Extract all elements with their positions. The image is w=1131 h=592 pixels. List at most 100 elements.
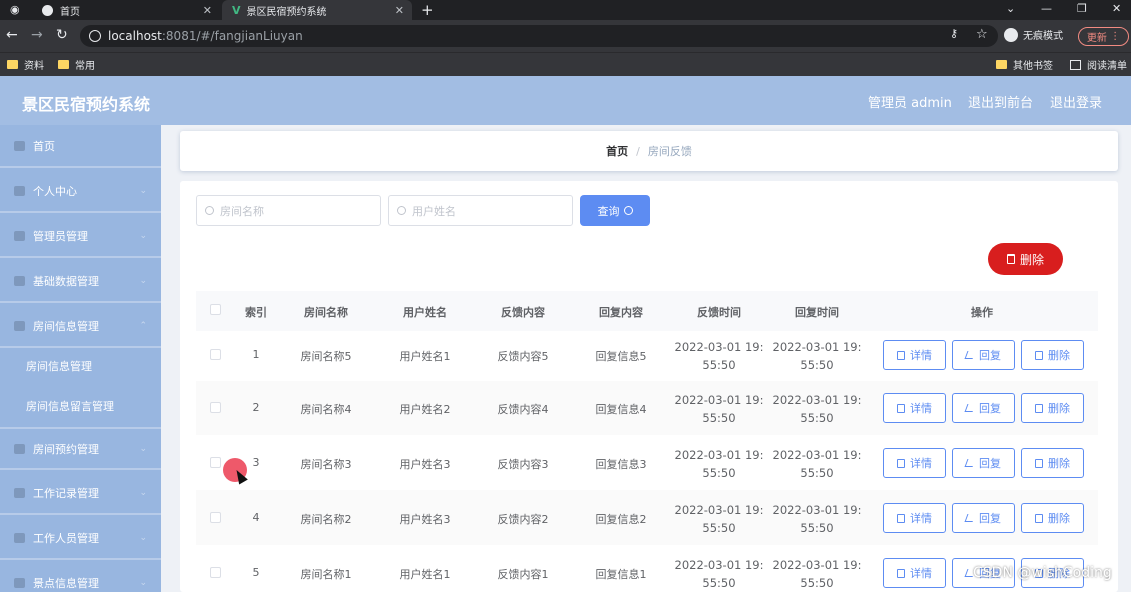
cell-user: 用户姓名1	[399, 568, 451, 581]
row-checkbox[interactable]	[210, 402, 221, 413]
cell-reply-time: 2022-03-01 19: 55:50	[768, 446, 866, 482]
table-row: 3 房间名称3 用户姓名3 反馈内容3 回复信息3 2022-03-01 19: 55:50…	[196, 436, 1098, 490]
row-delete-button[interactable]: 删除	[1021, 503, 1084, 533]
sidebar-subitem-room-comments[interactable]: 房间信息留言管理	[0, 386, 161, 426]
close-tab-icon[interactable]: ✕	[203, 4, 212, 17]
table-row: 5 房间名称1 用户姓名1 反馈内容1 回复信息1 2022-03-01 19: 55:50…	[196, 545, 1098, 592]
reply-button[interactable]: 回复	[952, 503, 1015, 533]
row-delete-button[interactable]: 删除	[1021, 448, 1084, 478]
key-icon[interactable]: ⚷	[950, 27, 958, 40]
cell-index: 1	[252, 348, 260, 361]
trash-icon	[1035, 350, 1043, 360]
tab-title: 景区民宿预约系统	[246, 6, 327, 18]
user-name-search-input[interactable]: 用户姓名	[388, 195, 573, 226]
select-all-checkbox[interactable]	[210, 304, 221, 315]
detail-button[interactable]: 详情	[883, 393, 946, 423]
room-icon	[14, 320, 25, 331]
update-label: 更新	[1086, 33, 1107, 44]
cell-index: 2	[252, 401, 260, 414]
logout-link[interactable]: 退出登录	[1050, 92, 1102, 111]
reading-list[interactable]: 阅读清单	[1070, 57, 1127, 72]
batch-delete-button[interactable]: 删除	[988, 243, 1063, 275]
minimize-icon[interactable]: —	[1041, 2, 1052, 15]
row-delete-button[interactable]: 删除	[1021, 393, 1084, 423]
reload-icon[interactable]: ↻	[56, 27, 68, 43]
chrome-menu-icon[interactable]: ◉	[10, 3, 20, 16]
bookmark-label: 常用	[75, 61, 95, 72]
detail-button[interactable]: 详情	[883, 448, 946, 478]
sidebar-item-room-info[interactable]: 房间信息管理 ⌃	[0, 305, 161, 348]
chevron-down-icon: ⌄	[139, 185, 147, 196]
time-line: 55:50	[800, 358, 834, 372]
sidebar-item-scenic[interactable]: 景点信息管理 ⌄	[0, 562, 161, 592]
time-line: 2022-03-01 19:	[772, 340, 862, 354]
folder-icon	[58, 60, 69, 69]
home-icon	[14, 140, 25, 151]
app-title: 景区民宿预约系统	[22, 95, 151, 114]
cell-feedback-time: 2022-03-01 19: 55:50	[670, 391, 768, 427]
sidebar-item-booking[interactable]: 房间预约管理 ⌄	[0, 427, 161, 470]
cell-feedback-time: 2022-03-01 19: 55:50	[670, 501, 768, 537]
sidebar-item-label: 房间预约管理	[33, 442, 99, 456]
row-checkbox[interactable]	[210, 457, 221, 468]
sidebar-item-work-record[interactable]: 工作记录管理 ⌄	[0, 472, 161, 515]
detail-label: 详情	[910, 457, 932, 470]
sidebar-item-staff[interactable]: 工作人员管理 ⌄	[0, 517, 161, 560]
row-checkbox[interactable]	[210, 349, 221, 360]
time-line: 55:50	[702, 358, 736, 372]
reply-button[interactable]: 回复	[952, 448, 1015, 478]
bookmark-folder[interactable]: 常用	[58, 57, 95, 72]
other-bookmarks[interactable]: 其他书签	[996, 57, 1053, 72]
forward-icon[interactable]: →	[31, 27, 43, 43]
new-tab-icon[interactable]: +	[421, 1, 434, 19]
breadcrumb-home[interactable]: 首页	[606, 143, 628, 159]
incognito-label: 无痕模式	[1023, 31, 1063, 42]
bookmark-folder[interactable]: 资料	[7, 57, 44, 72]
cell-feedback: 反馈内容2	[497, 513, 549, 526]
cell-feedback: 反馈内容5	[497, 350, 549, 363]
trash-icon	[1035, 513, 1043, 523]
cell-reply-time: 2022-03-01 19: 55:50	[768, 338, 866, 374]
delete-label: 删除	[1048, 457, 1070, 470]
row-delete-button[interactable]: 删除	[1021, 340, 1084, 370]
site-info-icon[interactable]	[89, 30, 101, 42]
room-name-search-input[interactable]: 房间名称	[196, 195, 381, 226]
watermark: CSDN @wishCoding	[973, 565, 1112, 581]
update-button[interactable]: 更新 ⋮	[1078, 27, 1129, 46]
record-icon	[14, 487, 25, 498]
reply-button[interactable]: 回复	[952, 340, 1015, 370]
document-icon	[897, 458, 905, 468]
col-header-feedback-time: 反馈时间	[697, 306, 741, 319]
query-button[interactable]: 查询	[580, 195, 650, 226]
sidebar-item-home[interactable]: 首页	[0, 125, 161, 168]
browser-tab-home[interactable]: 首页 ✕	[30, 0, 220, 20]
time-line: 2022-03-01 19:	[674, 503, 764, 517]
browser-tab-active[interactable]: V 景区民宿预约系统 ✕	[222, 0, 412, 20]
table-row: 4 房间名称2 用户姓名3 反馈内容2 回复信息2 2022-03-01 19: 55:50…	[196, 490, 1098, 545]
sidebar-item-base-data[interactable]: 基础数据管理 ⌄	[0, 260, 161, 303]
reply-button[interactable]: 回复	[952, 393, 1015, 423]
sidebar-item-profile[interactable]: 个人中心 ⌄	[0, 170, 161, 213]
time-line: 2022-03-01 19:	[772, 448, 862, 462]
star-icon[interactable]: ☆	[976, 27, 988, 42]
row-checkbox[interactable]	[210, 512, 221, 523]
url-field[interactable]: localhost:8081/#/fangjianLiuyan	[80, 25, 998, 47]
sidebar-subitem-room-info[interactable]: 房间信息管理	[0, 346, 161, 386]
cell-feedback-time: 2022-03-01 19: 55:50	[670, 556, 768, 592]
user-icon	[14, 185, 25, 196]
bookmark-label: 阅读清单	[1087, 61, 1127, 72]
row-checkbox[interactable]	[210, 567, 221, 578]
detail-button[interactable]: 详情	[883, 503, 946, 533]
close-window-icon[interactable]: ✕	[1112, 2, 1121, 15]
back-icon[interactable]: ←	[6, 27, 18, 43]
exit-to-front-link[interactable]: 退出到前台	[968, 92, 1033, 111]
col-header-index: 索引	[245, 306, 267, 319]
close-tab-icon[interactable]: ✕	[395, 4, 404, 17]
detail-button[interactable]: 详情	[883, 340, 946, 370]
detail-button[interactable]: 详情	[883, 558, 946, 588]
time-line: 2022-03-01 19:	[674, 558, 764, 572]
tab-search-icon[interactable]: ⌄	[1006, 2, 1015, 15]
restore-icon[interactable]: ❐	[1077, 2, 1087, 15]
sidebar-item-admin[interactable]: 管理员管理 ⌄	[0, 215, 161, 258]
cell-reply: 回复信息1	[595, 568, 647, 581]
